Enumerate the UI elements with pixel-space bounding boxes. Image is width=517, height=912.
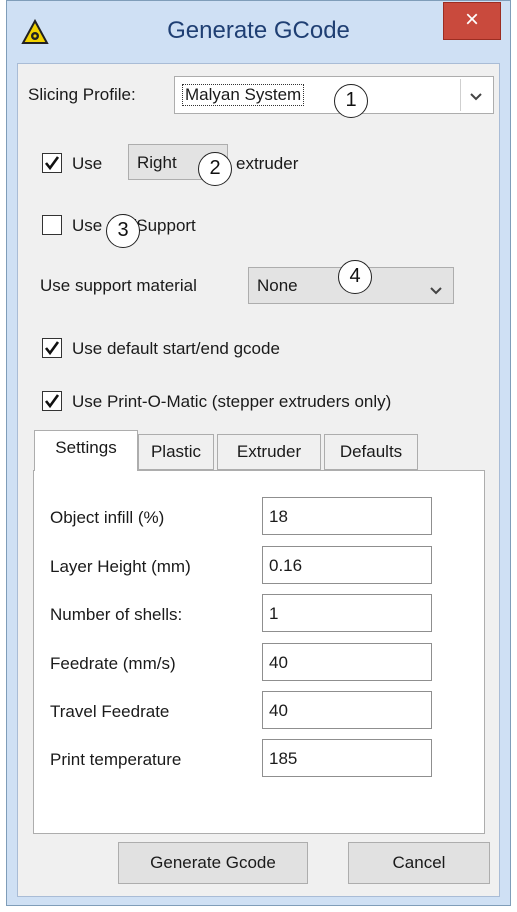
callout-2: 2 <box>198 152 232 186</box>
travel-feedrate-input[interactable]: 40 <box>262 691 432 729</box>
object-infill-label: Object infill (%) <box>50 508 165 527</box>
feedrate-label: Feedrate (mm/s) <box>50 654 176 673</box>
cancel-button[interactable]: Cancel <box>348 842 490 884</box>
title-bar[interactable]: Generate GCode × <box>7 1 510 63</box>
tab-settings[interactable]: Settings <box>34 430 138 471</box>
print-temperature-label: Print temperature <box>50 750 182 769</box>
settings-tab-panel: Object infill (%) 18 Layer Height (mm) 0… <box>33 470 485 834</box>
raft-support-checkbox[interactable] <box>42 215 62 235</box>
generate-gcode-dialog: Generate GCode × Slicing Profile: Malyan… <box>6 0 511 906</box>
callout-1: 1 <box>334 84 368 118</box>
chevron-down-icon <box>429 281 443 295</box>
generate-gcode-button[interactable]: Generate Gcode <box>118 842 308 884</box>
checkmark-icon <box>44 341 60 356</box>
travel-feedrate-label: Travel Feedrate <box>50 702 170 721</box>
chevron-down-icon <box>469 87 483 101</box>
object-infill-input[interactable]: 18 <box>262 497 432 535</box>
number-of-shells-label: Number of shells: <box>50 605 183 624</box>
print-o-matic-checkbox[interactable] <box>42 391 62 411</box>
checkmark-icon <box>44 156 60 171</box>
layer-height-input[interactable]: 0.16 <box>262 546 432 584</box>
extruder-value: Right <box>137 153 177 172</box>
callout-4: 4 <box>338 260 372 294</box>
slicing-profile-label: Slicing Profile: <box>28 85 136 104</box>
tab-defaults[interactable]: Defaults <box>324 434 418 470</box>
layer-height-label: Layer Height (mm) <box>50 557 191 576</box>
dropdown-separator <box>460 79 461 111</box>
dialog-title: Generate GCode <box>167 17 350 44</box>
default-gcode-checkbox[interactable] <box>42 338 62 358</box>
feedrate-input[interactable]: 40 <box>262 643 432 681</box>
print-o-matic-label: Use Print-O-Matic (stepper extruders onl… <box>72 392 392 411</box>
close-button[interactable]: × <box>443 2 501 40</box>
print-temperature-input[interactable]: 185 <box>262 739 432 777</box>
number-of-shells-input[interactable]: 1 <box>262 594 432 632</box>
tab-extruder[interactable]: Extruder <box>217 434 321 470</box>
default-gcode-label: Use default start/end gcode <box>72 339 280 358</box>
extruder-suffix-label: extruder <box>236 154 299 173</box>
tab-plastic[interactable]: Plastic <box>138 434 214 470</box>
support-material-value: None <box>257 276 298 295</box>
dialog-body: Slicing Profile: Malyan System Use Right… <box>17 63 500 897</box>
use-extruder-label: Use <box>72 154 103 173</box>
slicing-profile-value: Malyan System <box>181 84 305 106</box>
use-extruder-checkbox[interactable] <box>42 153 62 173</box>
support-material-label: Use support material <box>40 276 197 295</box>
checkmark-icon <box>44 394 60 409</box>
callout-3: 3 <box>106 214 140 248</box>
